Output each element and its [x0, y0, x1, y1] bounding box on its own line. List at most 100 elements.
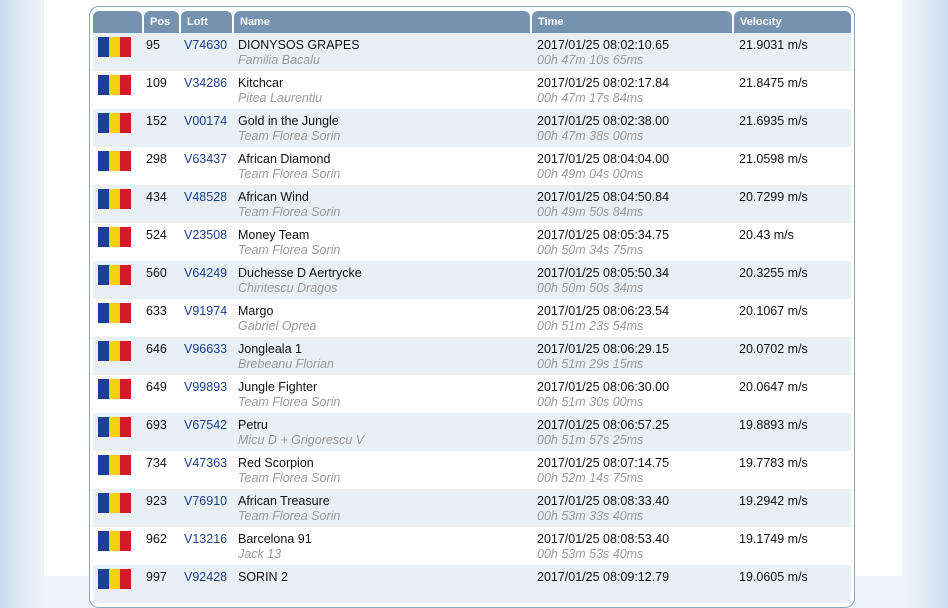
table-row[interactable]: 109 V34286 Kitchcar Pitea Laurentiu 2017/01/… [93, 71, 851, 109]
arrival-time: 2017/01/25 08:06:23.54 [537, 304, 670, 318]
pigeon-name: Margo [238, 304, 274, 318]
header-velocity[interactable]: Velocity [734, 11, 851, 33]
header-pos[interactable]: Pos [144, 11, 179, 33]
arrival-time: 2017/01/25 08:06:57.25 [537, 418, 670, 432]
flag-stripe-blue [98, 493, 109, 513]
romania-flag-icon [98, 455, 131, 475]
flight-duration: 00h 51m 23s 54ms [537, 319, 644, 333]
flag-stripe-yellow [109, 379, 120, 399]
position: 649 [146, 380, 167, 394]
loft-link[interactable]: V74630 [184, 38, 227, 52]
romania-flag-icon [98, 303, 131, 323]
loft-link[interactable]: V63437 [184, 152, 227, 166]
header-time[interactable]: Time [532, 11, 732, 33]
romania-flag-icon [98, 113, 131, 133]
table-row[interactable]: 649 V99893 Jungle Fighter Team Florea Sorin… [93, 375, 851, 413]
flag-stripe-yellow [109, 75, 120, 95]
table-body: 95 V74630 DIONYSOS GRAPES Familia Bacalu 201… [93, 33, 851, 603]
arrival-time: 2017/01/25 08:02:17.84 [537, 76, 670, 90]
flag-stripe-red [120, 493, 131, 513]
pigeon-name: Jongleala 1 [238, 342, 302, 356]
flight-duration: 00h 47m 38s 00ms [537, 129, 644, 143]
table-row[interactable]: 923 V76910 African Treasure Team Florea Sor… [93, 489, 851, 527]
table-row[interactable]: 962 V13216 Barcelona 91 Jack 13 2017/01/25 0… [93, 527, 851, 565]
flag-stripe-blue [98, 455, 109, 475]
arrival-time: 2017/01/25 08:04:50.84 [537, 190, 670, 204]
pigeon-name: Red Scorpion [238, 456, 314, 470]
loft-link[interactable]: V34286 [184, 76, 227, 90]
table-row[interactable]: 524 V23508 Money Team Team Florea Sorin 2017… [93, 223, 851, 261]
position: 734 [146, 456, 167, 470]
romania-flag-icon [98, 417, 131, 437]
loft-link[interactable]: V23508 [184, 228, 227, 242]
flag-stripe-red [120, 341, 131, 361]
flag-stripe-blue [98, 531, 109, 551]
romania-flag-icon [98, 341, 131, 361]
velocity: 21.8475 m/s [739, 76, 808, 90]
loft-link[interactable]: V64249 [184, 266, 227, 280]
owner-name: Team Florea Sorin [238, 395, 341, 409]
romania-flag-icon [98, 569, 131, 589]
loft-link[interactable]: V67542 [184, 418, 227, 432]
position: 923 [146, 494, 167, 508]
flag-stripe-red [120, 113, 131, 133]
romania-flag-icon [98, 493, 131, 513]
flight-duration: 00h 51m 57s 25ms [537, 433, 644, 447]
flag-stripe-red [120, 75, 131, 95]
position: 646 [146, 342, 167, 356]
flag-stripe-yellow [109, 493, 120, 513]
flag-stripe-yellow [109, 113, 120, 133]
loft-link[interactable]: V00174 [184, 114, 227, 128]
flag-stripe-red [120, 417, 131, 437]
owner-name: Team Florea Sorin [238, 205, 341, 219]
pigeon-name: Gold in the Jungle [238, 114, 339, 128]
header-name[interactable]: Name [234, 11, 530, 33]
position: 693 [146, 418, 167, 432]
pigeon-name: Duchesse D Aertrycke [238, 266, 362, 280]
arrival-time: 2017/01/25 08:06:29.15 [537, 342, 670, 356]
flag-stripe-red [120, 37, 131, 57]
loft-link[interactable]: V48528 [184, 190, 227, 204]
position: 524 [146, 228, 167, 242]
loft-link[interactable]: V99893 [184, 380, 227, 394]
table-row[interactable]: 633 V91974 Margo Gabriel Oprea 2017/01/25 08… [93, 299, 851, 337]
pigeon-name: SORIN 2 [238, 570, 289, 584]
table-row[interactable]: 434 V48528 African Wind Team Florea Sorin 20… [93, 185, 851, 223]
flag-stripe-blue [98, 265, 109, 285]
loft-link[interactable]: V91974 [184, 304, 227, 318]
velocity: 21.0598 m/s [739, 152, 808, 166]
flag-stripe-red [120, 569, 131, 589]
loft-link[interactable]: V47363 [184, 456, 227, 470]
arrival-time: 2017/01/25 08:04:04.00 [537, 152, 670, 166]
owner-name: Team Florea Sorin [238, 129, 341, 143]
position: 633 [146, 304, 167, 318]
table-row[interactable]: 997 V92428 SORIN 2 2017/01/25 08:09:12.79 19… [93, 565, 851, 603]
flag-stripe-yellow [109, 151, 120, 171]
loft-link[interactable]: V92428 [184, 570, 227, 584]
velocity: 20.0702 m/s [739, 342, 808, 356]
flag-stripe-blue [98, 189, 109, 209]
table-row[interactable]: 693 V67542 Petru Micu D + Grigorescu V 2017/… [93, 413, 851, 451]
loft-link[interactable]: V76910 [184, 494, 227, 508]
table-row[interactable]: 646 V96633 Jongleala 1 Brebeanu Florian 2017… [93, 337, 851, 375]
pigeon-name: African Wind [238, 190, 309, 204]
flag-stripe-yellow [109, 265, 120, 285]
romania-flag-icon [98, 265, 131, 285]
flight-duration: 00h 51m 30s 00ms [537, 395, 644, 409]
velocity: 19.2942 m/s [739, 494, 808, 508]
loft-link[interactable]: V13216 [184, 532, 227, 546]
arrival-time: 2017/01/25 08:02:10.65 [537, 38, 670, 52]
header-loft[interactable]: Loft [181, 11, 232, 33]
loft-link[interactable]: V96633 [184, 342, 227, 356]
table-row[interactable]: 298 V63437 African Diamond Team Florea Sori… [93, 147, 851, 185]
flag-stripe-red [120, 227, 131, 247]
arrival-time: 2017/01/25 08:06:30.00 [537, 380, 670, 394]
position: 434 [146, 190, 167, 204]
velocity: 19.0605 m/s [739, 570, 808, 584]
table-row[interactable]: 560 V64249 Duchesse D Aertrycke Chiritescu … [93, 261, 851, 299]
table-row[interactable]: 95 V74630 DIONYSOS GRAPES Familia Bacalu 201… [93, 33, 851, 71]
table-row[interactable]: 734 V47363 Red Scorpion Team Florea Sorin 20… [93, 451, 851, 489]
table-row[interactable]: 152 V00174 Gold in the Jungle Team Florea S… [93, 109, 851, 147]
flight-duration: 00h 51m 29s 15ms [537, 357, 644, 371]
romania-flag-icon [98, 379, 131, 399]
